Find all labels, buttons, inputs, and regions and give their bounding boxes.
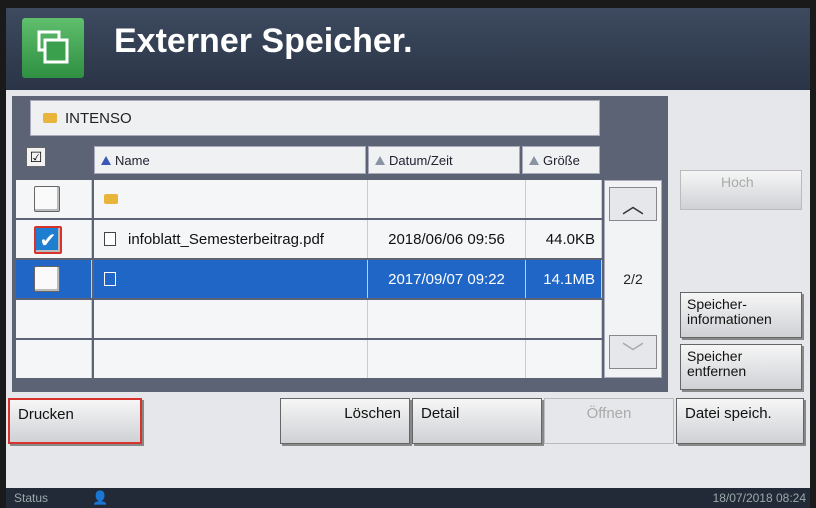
row-checkbox[interactable] — [34, 186, 60, 212]
status-label[interactable]: Status — [14, 491, 48, 505]
save-file-button[interactable]: Datei speich. — [676, 398, 804, 444]
page-title: Externer Speicher. — [114, 22, 413, 60]
user-icon: 👤 — [92, 490, 109, 505]
file-browser: INTENSO ☑ Name Datum/Zeit Größe ✔ infobl… — [12, 96, 668, 392]
file-name — [94, 300, 368, 338]
column-header-name[interactable]: Name — [94, 146, 366, 174]
action-bar: Drucken Löschen Detail Öffnen Datei spei… — [6, 398, 810, 444]
table-row[interactable] — [16, 300, 602, 338]
title-bar: Externer Speicher. — [6, 8, 810, 90]
open-button[interactable]: Öffnen — [544, 398, 674, 444]
file-name: infoblatt_Semesterbeitrag.pdf — [128, 230, 324, 248]
file-size — [526, 340, 602, 378]
sort-icon — [529, 155, 539, 165]
scroll-up-button[interactable]: ︿ — [609, 187, 657, 221]
status-bar: Status 👤 18/07/2018 08:24 — [6, 488, 810, 508]
column-header-size[interactable]: Größe — [522, 146, 600, 174]
file-datetime: 2018/06/06 09:56 — [368, 220, 526, 258]
delete-button[interactable]: Löschen — [280, 398, 410, 444]
folder-icon — [104, 194, 118, 204]
document-icon — [104, 272, 116, 286]
row-checkbox[interactable]: ✔ — [34, 226, 62, 254]
sort-icon — [375, 155, 385, 165]
file-copy-icon — [22, 18, 84, 78]
file-size: 14.1MB — [526, 260, 602, 298]
device-screen: Externer Speicher. INTENSO ☑ Name Datum/… — [6, 8, 810, 508]
print-button[interactable]: Drucken — [8, 398, 142, 444]
table-row[interactable] — [16, 180, 602, 218]
file-size — [526, 180, 602, 218]
table-row[interactable] — [16, 340, 602, 378]
table-row[interactable]: ✔ infoblatt_Semesterbeitrag.pdf 2018/06/… — [16, 220, 602, 258]
remove-storage-button[interactable]: Speicher entfernen — [680, 344, 802, 390]
file-datetime — [368, 340, 526, 378]
right-panel: Hoch Speicher- informationen Speicher en… — [668, 96, 808, 392]
document-icon — [104, 232, 116, 246]
storage-info-button[interactable]: Speicher- informationen — [680, 292, 802, 338]
row-checkbox[interactable] — [34, 266, 60, 292]
scroll-down-button[interactable]: ﹀ — [609, 335, 657, 369]
select-all-checkbox[interactable]: ☑ — [26, 147, 46, 167]
path-label: INTENSO — [65, 109, 132, 127]
file-datetime — [368, 300, 526, 338]
file-datetime: 2017/09/07 09:22 — [368, 260, 526, 298]
table-row-selected[interactable]: 2017/09/07 09:22 14.1MB — [16, 260, 602, 298]
status-datetime: 18/07/2018 08:24 — [712, 491, 806, 505]
sort-asc-icon — [101, 155, 111, 165]
file-name — [94, 340, 368, 378]
column-header-datetime[interactable]: Datum/Zeit — [368, 146, 520, 174]
file-size — [526, 300, 602, 338]
scroll-panel: ︿ 2/2 ﹀ — [604, 180, 662, 378]
page-indicator: 2/2 — [623, 271, 643, 287]
up-button[interactable]: Hoch — [680, 170, 802, 210]
file-size: 44.0KB — [526, 220, 602, 258]
breadcrumb: INTENSO — [30, 100, 600, 136]
file-datetime — [368, 180, 526, 218]
folder-icon — [43, 113, 57, 123]
detail-button[interactable]: Detail — [412, 398, 542, 444]
